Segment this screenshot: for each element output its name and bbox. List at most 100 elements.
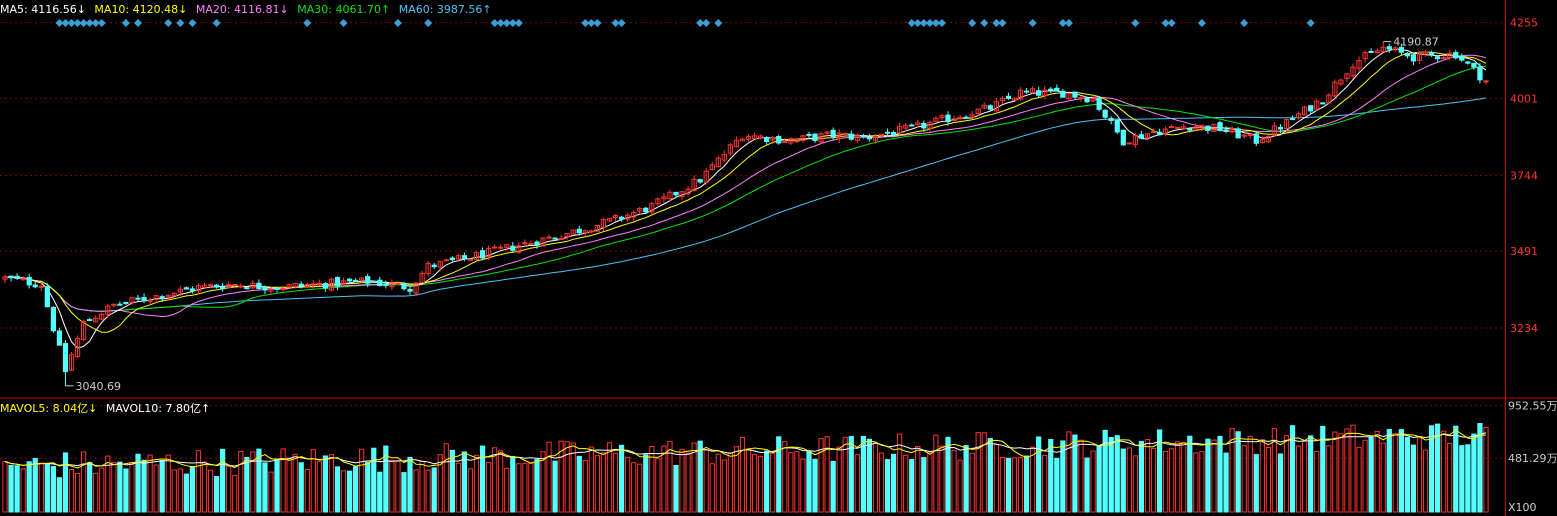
candle-body [141,297,147,302]
volume-bar [1175,441,1181,513]
volume-bar [38,462,44,513]
volume-bar [377,471,383,513]
candle-body [1320,102,1326,105]
candle [38,282,44,291]
volume-bar [975,432,981,513]
candle [612,214,619,222]
candle-body [884,131,891,134]
candle [1138,130,1145,139]
volume-bar [1005,457,1012,513]
volume-bar [757,455,764,513]
candle [419,270,425,284]
candle-body [588,230,594,233]
candle-body [449,257,455,261]
candle-body [26,276,32,286]
volume-average-lines [4,429,1487,469]
volume-bar [1132,455,1138,513]
candle [1036,86,1042,99]
candle [842,132,848,135]
candle [516,242,522,255]
volume-bar [87,462,93,513]
volume-bar [1459,445,1465,513]
candle [806,131,812,139]
volume-bar [800,458,806,513]
candle [1241,134,1247,139]
candle [183,286,189,290]
candle-body [401,283,407,290]
candle [1410,53,1417,65]
volume-bar [99,467,105,513]
volume-bar [794,451,800,513]
volume-bar [389,459,395,513]
signal-marker [514,19,523,27]
candle [1362,50,1368,63]
signal-marker [1197,19,1206,27]
candle-body [159,296,165,300]
volume-bar [1259,439,1265,513]
volume-bar [649,445,655,513]
volume-bar [365,461,371,513]
volume-bar [963,445,969,513]
volume-bar [866,438,873,513]
volume-bar [516,463,522,513]
volume-bar [62,452,69,513]
candle-body [1453,52,1459,59]
candle-body [207,284,214,287]
volume-bar [836,446,842,513]
signal-marker [593,19,602,27]
volume-bar [1283,435,1290,513]
volume-bar [606,442,613,513]
volume-bar [20,468,26,513]
volume-bar [1144,439,1151,513]
volume-bar [232,474,238,513]
volume-bar [111,462,117,513]
volume-bar [1265,446,1271,513]
candle-body [782,141,788,144]
volume-bar [1422,449,1429,513]
volume-bar [1247,435,1253,513]
volume-bar [147,454,153,513]
candle-body [1084,97,1090,103]
volume-bar [1332,431,1338,513]
candle [981,102,987,110]
volume-bar [510,456,516,513]
candle [1483,79,1489,85]
volume-bar [909,459,915,513]
volume-bar [256,448,262,513]
candle [1011,97,1018,101]
candle [286,283,292,289]
candle-body [1410,54,1417,62]
volume-bar [213,476,220,513]
volume-bar [1471,433,1477,513]
candle [1265,134,1271,143]
signal-marker [1028,19,1037,27]
signal-marker [1240,19,1249,27]
candle [570,229,576,235]
volume-bar [618,444,625,513]
volume-bar [1162,450,1169,513]
volume-bar [1011,457,1018,513]
signal-marker [176,19,185,27]
legend-ma10: MA10: 4120.48↓ [94,3,188,16]
candle-body [1289,118,1296,121]
candle [637,206,643,214]
volume-bar [449,449,455,513]
candle [582,229,588,237]
volume-bar [951,450,957,513]
volume-unit-label: X100 [1508,501,1537,514]
candle-body [1205,125,1211,131]
candle-body [353,279,359,282]
candle [111,303,117,308]
candle [1295,111,1302,120]
ma-legend: MA5: 4116.56↓ MA10: 4120.48↓ MA20: 4116.… [0,3,497,17]
candle-body [673,191,679,196]
candle-body [44,286,50,308]
ma30-line [4,65,1487,312]
volume-bar [522,462,528,513]
volume-bar [576,455,582,513]
candle-body [383,283,389,286]
volume-bar [328,454,335,513]
candle-body [183,287,189,290]
candle-body [492,246,498,249]
candle-body [274,287,280,290]
